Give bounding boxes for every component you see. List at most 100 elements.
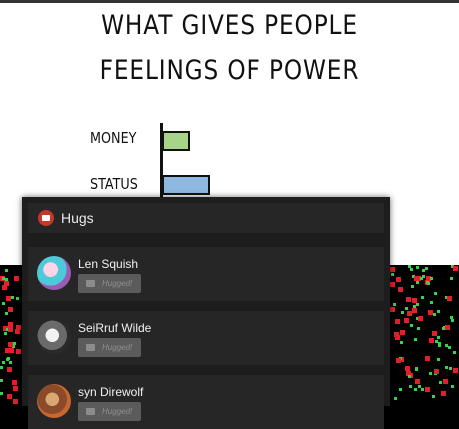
matrix-dot — [394, 397, 397, 400]
matrix-dot — [2, 302, 5, 305]
hugged-button-label: Hugged! — [102, 407, 133, 416]
matrix-dot — [414, 276, 419, 281]
matrix-dot — [404, 318, 409, 323]
matrix-dot — [2, 277, 5, 280]
matrix-dot — [453, 266, 458, 271]
matrix-dot — [409, 385, 412, 388]
matrix-dot — [13, 399, 18, 404]
matrix-dot — [418, 385, 421, 388]
hugs-panel-title: Hugs — [61, 210, 94, 226]
matrix-dot — [0, 379, 3, 382]
matrix-dot — [8, 327, 13, 332]
matrix-dot — [416, 281, 419, 284]
hugged-button[interactable]: Hugged! — [78, 402, 141, 421]
bar-status — [162, 175, 210, 195]
matrix-dot — [393, 303, 396, 306]
matrix-dot — [2, 285, 7, 290]
matrix-dot — [396, 277, 401, 282]
matrix-dot — [14, 276, 19, 281]
hug-list-item: SeiRruf Wilde Hugged! — [28, 311, 384, 365]
avatar[interactable] — [37, 384, 71, 418]
matrix-dot — [443, 379, 448, 384]
matrix-dot — [437, 310, 440, 313]
matrix-dot — [412, 308, 417, 313]
matrix-dot — [435, 340, 438, 343]
matrix-dot — [8, 322, 13, 327]
matrix-dot — [15, 329, 20, 334]
username-link[interactable]: SeiRruf Wilde — [78, 321, 151, 335]
matrix-dot — [399, 388, 402, 391]
username-link[interactable]: Len Squish — [78, 257, 138, 271]
matrix-dot — [395, 319, 400, 324]
matrix-dot — [410, 268, 413, 271]
matrix-dot — [442, 327, 445, 330]
bar-label-money: MONEY — [90, 129, 137, 147]
matrix-dot — [400, 330, 405, 335]
thumbs-up-icon — [86, 408, 95, 415]
hugs-panel-header: Hugs — [28, 203, 384, 233]
matrix-dot — [445, 325, 450, 330]
matrix-dot — [415, 379, 420, 384]
matrix-dot — [16, 349, 21, 354]
matrix-dot — [0, 392, 3, 395]
matrix-dot — [432, 331, 437, 336]
matrix-dot — [430, 277, 433, 280]
matrix-dot — [414, 338, 417, 341]
matrix-dot — [9, 348, 14, 353]
matrix-dot — [449, 367, 452, 370]
avatar[interactable] — [37, 256, 71, 290]
hugged-button[interactable]: Hugged! — [78, 338, 141, 357]
matrix-dot — [434, 369, 439, 374]
matrix-dot — [7, 367, 12, 372]
matrix-dot — [411, 285, 414, 288]
matrix-dot — [421, 388, 424, 391]
username-link[interactable]: syn Direwolf — [78, 385, 143, 399]
hugs-panel: Hugs Len Squish Hugged! SeiRruf Wilde Hu… — [22, 197, 390, 429]
matrix-dot — [398, 287, 403, 292]
matrix-dot — [425, 387, 430, 392]
matrix-dot — [437, 358, 440, 361]
matrix-dot — [395, 335, 400, 340]
matrix-dot — [445, 366, 448, 369]
matrix-dot — [453, 351, 456, 354]
bar-money — [162, 131, 190, 151]
matrix-dot — [451, 319, 454, 322]
hugged-button-label: Hugged! — [102, 343, 133, 352]
matrix-dot — [429, 372, 432, 375]
matrix-dot — [2, 361, 5, 364]
bar-label-status: STATUS — [90, 175, 138, 193]
avatar[interactable] — [37, 320, 71, 354]
matrix-dot — [432, 395, 435, 398]
matrix-dot — [433, 313, 436, 316]
matrix-dot — [396, 358, 401, 363]
matrix-dot — [401, 311, 404, 314]
matrix-dot — [12, 380, 17, 385]
hugged-button[interactable]: Hugged! — [78, 274, 141, 293]
matrix-dot — [417, 327, 420, 330]
thumbs-up-icon — [86, 280, 95, 287]
matrix-dot — [390, 282, 395, 287]
matrix-dot — [437, 336, 440, 339]
matrix-dot — [13, 386, 18, 391]
matrix-dot — [453, 368, 458, 373]
matrix-dot — [406, 297, 411, 302]
matrix-dot — [405, 307, 408, 310]
matrix-dot — [430, 301, 433, 304]
matrix-dot — [5, 278, 8, 281]
comic-title-line-1: WHAT GIVES PEOPLE — [101, 10, 358, 41]
thumbs-up-icon — [38, 210, 54, 226]
matrix-dot — [429, 338, 434, 343]
matrix-dot — [434, 292, 437, 295]
matrix-dot — [426, 281, 429, 284]
matrix-dot — [450, 277, 453, 280]
matrix-dot — [425, 356, 430, 361]
matrix-dot — [412, 298, 417, 303]
matrix-dot — [16, 297, 19, 300]
matrix-dot — [13, 342, 16, 345]
matrix-dot — [7, 394, 12, 399]
matrix-dot — [0, 366, 3, 369]
matrix-dot — [391, 273, 394, 276]
matrix-dot — [438, 344, 441, 347]
matrix-dot — [448, 346, 451, 349]
matrix-dot — [413, 305, 416, 308]
